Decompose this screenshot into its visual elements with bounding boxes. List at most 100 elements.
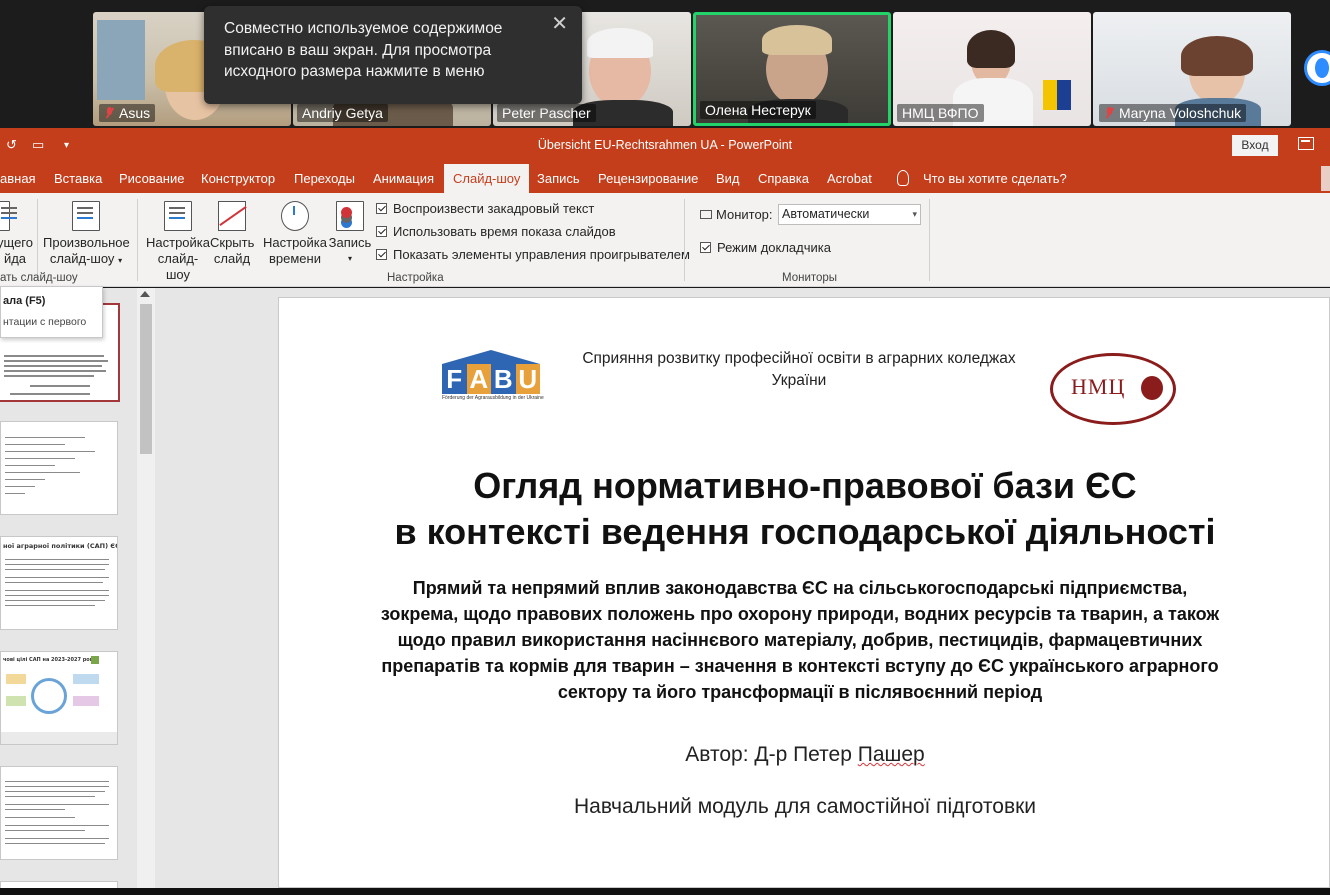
close-icon[interactable]: ✕ [551,13,568,36]
powerpoint-titlebar: ↺ ▭ ▾ Übersicht EU-Rechtsrahmen UA - Pow… [0,128,1330,164]
current-slide[interactable]: F A B U Förderung der Agrarausbildung in… [278,297,1330,888]
custom-slideshow-icon [72,201,100,231]
nmc-logo: НМЦ [1050,353,1176,425]
divider [929,199,930,281]
participant-name: Peter Pascher [497,104,596,122]
slide-thumbnail-5[interactable] [0,766,118,860]
button-label: Настройка [146,235,210,250]
tab-draw[interactable]: Рисование [119,164,184,193]
slide-thumbnail-3[interactable]: ної аграрної політики (САП) ЄС [0,536,118,630]
notification-text: Совместно используемое содержимое вписан… [224,20,503,80]
ribbon-edge [1321,166,1330,191]
chevron-down-icon: ▾ [912,209,917,219]
ribbon-tabs: авная Вставка Рисование Конструктор Пере… [0,164,1330,193]
participant-tile-nmc-vfpo[interactable]: НМЦ ВФПО [893,12,1091,126]
slide-module-text: Навчальний модуль для самостійної підгот… [573,795,1037,818]
checkbox-checked-icon [376,226,387,237]
document-title: Übersicht EU-Rechtsrahmen UA - PowerPoin… [537,138,793,152]
slide-from-current-icon [0,201,17,231]
slide-author: Автор: Д-р Петер Пашер [685,743,925,766]
tooltip-description: нтации с первого [3,316,87,328]
monitor-select[interactable]: Автоматически ▾ [778,204,921,225]
thumbnail-title: ної аграрної політики (САП) ЄС [3,542,118,550]
tab-record[interactable]: Запись [537,164,580,193]
slide-thumbnail-6[interactable] [0,881,118,888]
show-media-controls-checkbox[interactable]: Показать элементы управления проигрывате… [376,247,690,262]
mic-muted-icon [104,106,114,120]
tab-slideshow[interactable]: Слайд-шоу [444,164,530,193]
monitor-label: Монитор: [700,207,773,222]
scrollbar-thumb[interactable] [140,304,152,454]
button-label: Произвольное [43,235,130,250]
thumbnail-scrollbar[interactable] [137,288,155,888]
sign-in-button[interactable]: Вход [1232,135,1278,156]
custom-slideshow-button[interactable]: Произвольное слайд-шоу ▾ [43,201,130,269]
from-current-slide-button[interactable]: ущего йда [0,201,34,267]
hide-slide-button[interactable]: Скрыть слайд [210,201,254,267]
slide-thumbnail-2[interactable] [0,421,118,515]
checkbox-checked-icon [376,203,387,214]
slide-thumbnail-pane: ної аграрної політики (САП) ЄС чові цілі… [0,288,158,888]
button-label: слайд [213,251,251,266]
thumbnail-title: чові цілі САП на 2023-2027 роки [3,657,97,663]
tab-help[interactable]: Справка [758,164,809,193]
participant-name: НМЦ ВФПО [897,104,984,122]
scroll-up-icon[interactable] [140,291,150,297]
tab-acrobat[interactable]: Acrobat [827,164,872,193]
tab-insert[interactable]: Вставка [54,164,102,193]
button-label: йда [3,251,27,266]
setup-slideshow-icon [164,201,192,231]
share-fit-notification: Совместно используемое содержимое вписан… [204,6,582,104]
tab-animations[interactable]: Анимация [373,164,434,193]
tab-transitions[interactable]: Переходы [294,164,355,193]
rehearse-timings-button[interactable]: Настройка времени [263,201,327,267]
mic-muted-icon [1104,106,1114,120]
button-label: слайд-шоу ▾ [49,251,123,266]
play-narrations-checkbox[interactable]: Воспроизвести закадровый текст [376,201,594,216]
tab-home[interactable]: авная [0,164,36,193]
button-label: слайд-шоу [157,251,199,282]
tab-view[interactable]: Вид [716,164,740,193]
slide-subtitle: Прямий та непрямий вплив законодавства Є… [380,578,1220,702]
setup-slideshow-button[interactable]: Настройка слайд-шоу [146,201,210,283]
button-label: Настройка [263,235,327,250]
participant-tile-maryna-voloshchuk[interactable]: Maryna Voloshchuk [1093,12,1291,126]
zoom-share-control-icon[interactable] [1304,50,1330,86]
lightbulb-icon [897,170,909,186]
divider [137,199,138,281]
tooltip-title: ала (F5) [3,295,46,307]
group-label-setup: Настройка [387,272,444,284]
button-label: Скрыть [210,235,255,250]
use-timings-checkbox[interactable]: Использовать время показа слайдов [376,224,616,239]
screen-bottom-edge [0,888,1330,895]
chevron-down-icon: ▾ [118,256,123,265]
tell-me-search[interactable]: Что вы хотите сделать? [923,164,1067,193]
group-label-monitors: Мониторы [782,272,838,284]
zoom-participant-strip: Asus Andriy Getya Peter Pascher Олена Не… [0,0,1330,128]
ribbon-display-options-icon[interactable] [1298,137,1314,150]
divider [684,199,685,281]
ribbon-slideshow: ущего йда Произвольное слайд-шоу ▾ ать с… [0,193,1330,287]
button-label: ущего [0,235,33,250]
participant-name: Олена Нестерук [700,101,816,119]
slide-header-text: Сприяння розвитку професійної освіти в а… [582,350,1016,389]
tab-review[interactable]: Рецензирование [598,164,698,193]
fabu-logo: F A B U Förderung der Agrarausbildung in… [442,350,544,402]
slide-thumbnail-4[interactable]: чові цілі САП на 2023-2027 роки [0,651,118,745]
divider [37,199,38,281]
button-label: Запись [328,235,372,250]
checkbox-checked-icon [700,242,711,253]
chevron-down-icon: ▾ [347,254,352,263]
group-label-start: ать слайд-шоу [0,272,78,284]
participant-name: Maryna Voloshchuk [1099,104,1247,122]
tab-design[interactable]: Конструктор [201,164,275,193]
participant-tile-olena-nesteruk[interactable]: Олена Нестерук [693,12,891,126]
participant-name: Andriy Getya [297,104,388,122]
presenter-view-checkbox[interactable]: Режим докладчика [700,240,831,255]
monitor-icon [700,210,712,219]
participant-name: Asus [99,104,156,122]
from-beginning-tooltip: ала (F5) нтации с первого [0,286,103,338]
record-icon [336,201,364,231]
record-slideshow-button[interactable]: Запись ▾ [328,201,372,267]
button-label: времени [269,251,321,266]
